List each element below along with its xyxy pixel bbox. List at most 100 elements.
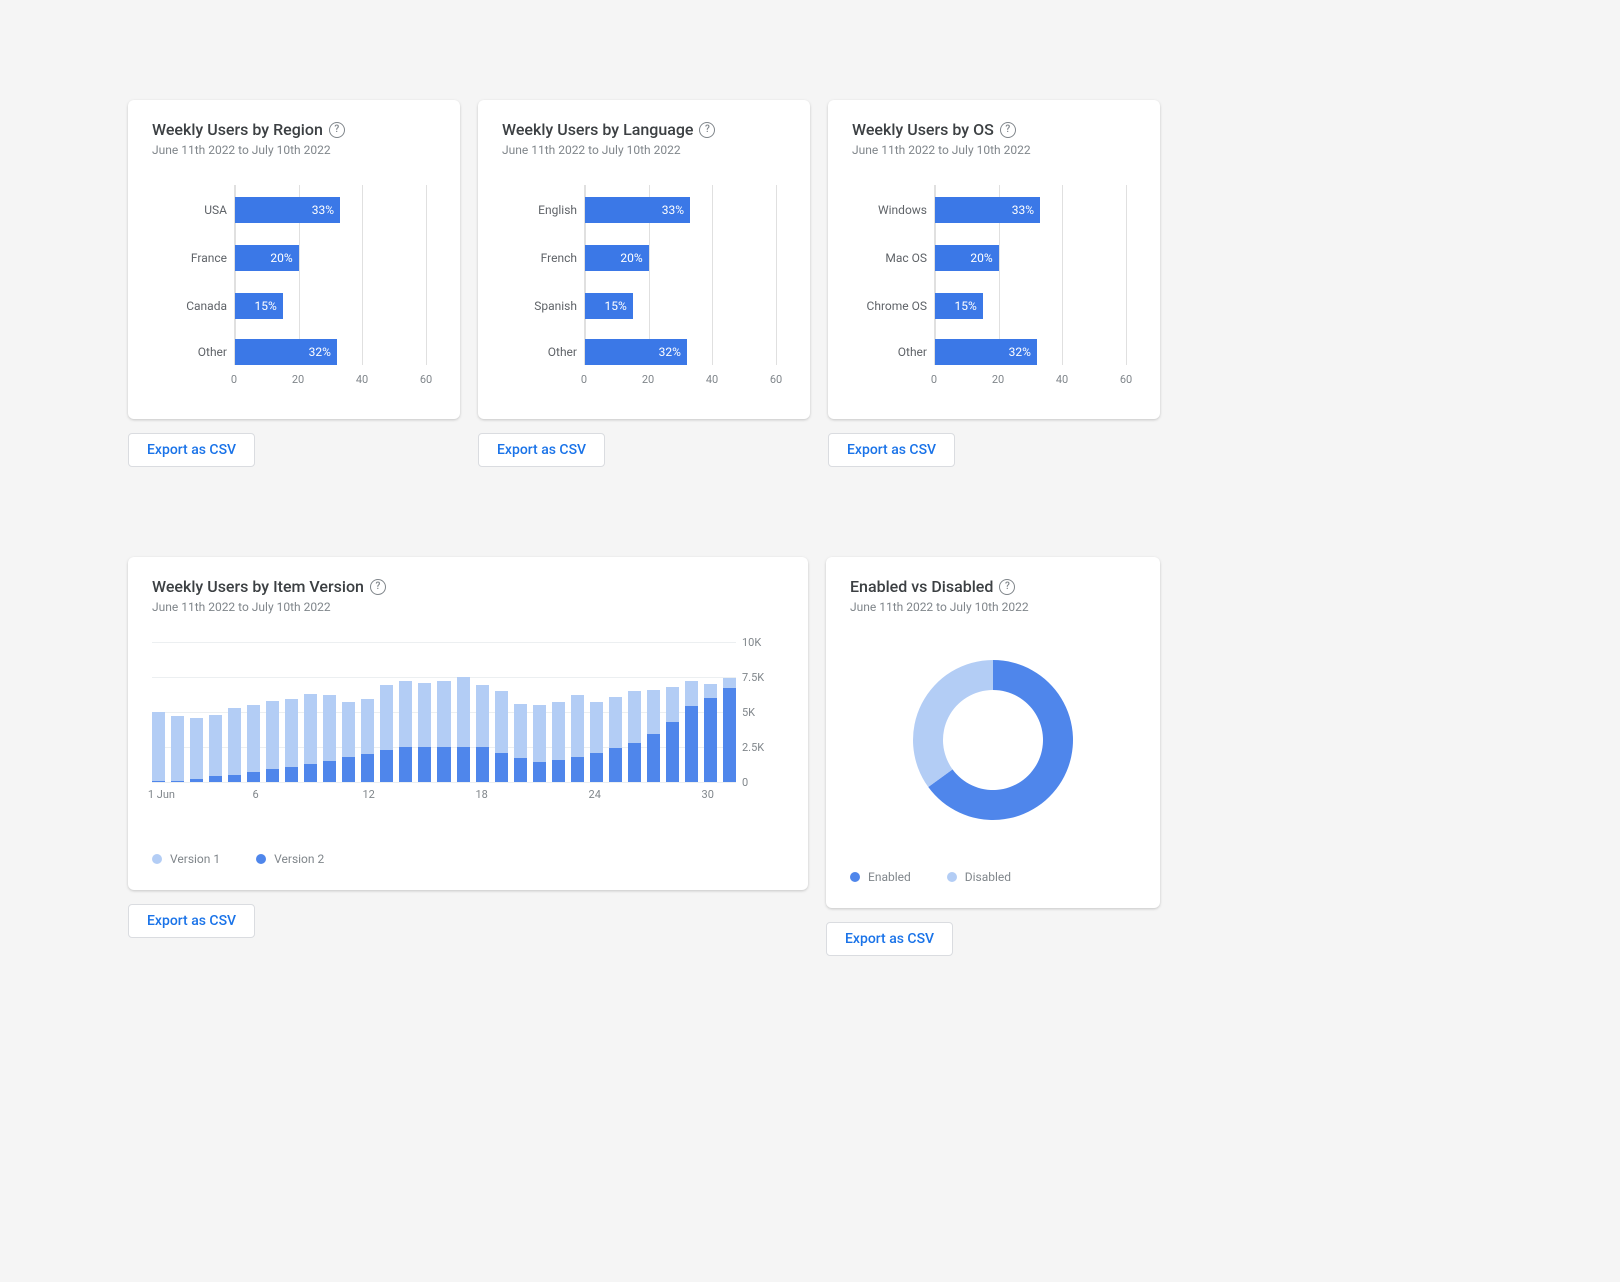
chart-bar — [342, 702, 355, 782]
chart-category-label: Spanish — [503, 299, 577, 313]
chart-region: USA33%France20%Canada15%Other32%0204060 — [152, 185, 436, 395]
axis-tick: 40 — [706, 373, 718, 386]
axis-tick: 12 — [362, 788, 374, 801]
chart-bar — [361, 699, 374, 782]
chart-bar — [323, 695, 336, 782]
axis-tick: 7.5K — [742, 671, 764, 684]
chart-bar — [152, 712, 165, 782]
export-csv-button[interactable]: Export as CSV — [128, 433, 255, 467]
chart-bar — [647, 690, 660, 782]
chart-value-label: 32% — [1009, 345, 1031, 359]
legend-item-v1: Version 1 — [152, 852, 220, 866]
axis-tick: 24 — [589, 788, 601, 801]
card-subtitle: June 11th 2022 to July 10th 2022 — [502, 143, 786, 157]
chart-value-label: 32% — [659, 345, 681, 359]
chart-bar — [380, 685, 393, 782]
chart-bar — [457, 677, 470, 782]
chart-bar — [704, 684, 717, 782]
chart-category-label: Windows — [853, 203, 927, 217]
chart-bar — [609, 697, 622, 782]
card-subtitle: June 11th 2022 to July 10th 2022 — [852, 143, 1136, 157]
help-icon[interactable] — [699, 122, 715, 138]
export-csv-button[interactable]: Export as CSV — [128, 904, 255, 938]
chart-bar — [685, 681, 698, 782]
card-subtitle: June 11th 2022 to July 10th 2022 — [152, 143, 436, 157]
legend-enabled: Enabled Disabled — [850, 870, 1136, 884]
chart-category-label: Other — [503, 345, 577, 359]
legend-item-enabled: Enabled — [850, 870, 911, 884]
chart-bar — [190, 718, 203, 782]
axis-tick: 0 — [931, 373, 937, 386]
chart-bar — [399, 681, 412, 782]
card-enabled: Enabled vs Disabled June 11th 2022 to Ju… — [826, 557, 1160, 908]
axis-tick: 5K — [742, 706, 755, 719]
swatch-icon — [152, 854, 162, 864]
chart-bar: 32% — [585, 339, 687, 365]
chart-bar — [171, 716, 184, 782]
chart-os: Windows 33% Mac OS 20% Chrome OS 15% Other 32% 0… — [852, 185, 1136, 395]
axis-tick: 0 — [742, 776, 748, 789]
card-subtitle: June 11th 2022 to July 10th 2022 — [152, 600, 784, 614]
chart-bar: 32% — [235, 339, 337, 365]
chart-value-label: 20% — [970, 251, 992, 265]
chart-bar — [418, 683, 431, 782]
row-large-cards: Weekly Users by Item Version June 11th 2… — [128, 557, 1492, 956]
chart-category-label: Other — [153, 345, 227, 359]
chart-value-label: 15% — [604, 299, 626, 313]
help-icon[interactable] — [1000, 122, 1016, 138]
chart-category-label: Canada — [153, 299, 227, 313]
chart-bar: 15% — [935, 293, 983, 319]
chart-bar — [228, 708, 241, 782]
axis-tick: 10K — [742, 636, 761, 649]
chart-category-label: Mac OS — [853, 251, 927, 265]
card-title-region: Weekly Users by Region — [152, 120, 436, 139]
axis-tick: 0 — [581, 373, 587, 386]
help-icon[interactable] — [370, 579, 386, 595]
axis-tick: 20 — [642, 373, 654, 386]
chart-bar: 33% — [585, 197, 690, 223]
chart-value-label: 33% — [312, 203, 334, 217]
card-title-os: Weekly Users by OS — [852, 120, 1136, 139]
chart-bar — [571, 695, 584, 782]
axis-tick: 18 — [475, 788, 487, 801]
chart-category-label: Other — [853, 345, 927, 359]
card-title-version: Weekly Users by Item Version — [152, 577, 784, 596]
chart-bar — [304, 694, 317, 782]
export-csv-button[interactable]: Export as CSV — [828, 433, 955, 467]
chart-bar — [514, 704, 527, 782]
chart-category-label: Chrome OS — [853, 299, 927, 313]
chart-bar: 15% — [235, 293, 283, 319]
chart-bar: 15% — [585, 293, 633, 319]
legend-item-disabled: Disabled — [947, 870, 1011, 884]
chart-bar — [247, 705, 260, 782]
help-icon[interactable] — [999, 579, 1015, 595]
chart-bar — [628, 691, 641, 782]
chart-bar — [590, 702, 603, 782]
chart-value-label: 15% — [954, 299, 976, 313]
chart-enabled — [850, 642, 1136, 850]
export-csv-button[interactable]: Export as CSV — [478, 433, 605, 467]
card-version: Weekly Users by Item Version June 11th 2… — [128, 557, 808, 890]
help-icon[interactable] — [329, 122, 345, 138]
swatch-icon — [256, 854, 266, 864]
swatch-icon — [850, 872, 860, 882]
row-small-cards: Weekly Users by Region June 11th 2022 to… — [128, 100, 1492, 467]
chart-bar — [437, 681, 450, 782]
card-language: Weekly Users by Language June 11th 2022 … — [478, 100, 810, 419]
chart-category-label: France — [153, 251, 227, 265]
axis-tick: 0 — [231, 373, 237, 386]
swatch-icon — [947, 872, 957, 882]
chart-bar — [266, 701, 279, 782]
chart-value-label: 20% — [620, 251, 642, 265]
chart-version: 02.5K5K7.5K10K1 Jun612182430 — [152, 642, 736, 802]
export-csv-button[interactable]: Export as CSV — [826, 922, 953, 956]
chart-language: English33%French20%Spanish15%Other32%020… — [502, 185, 786, 395]
axis-tick: 40 — [356, 373, 368, 386]
chart-value-label: 32% — [309, 345, 331, 359]
card-region: Weekly Users by Region June 11th 2022 to… — [128, 100, 460, 419]
card-subtitle: June 11th 2022 to July 10th 2022 — [850, 600, 1136, 614]
chart-bar: 33% — [935, 197, 1040, 223]
chart-value-label: 20% — [270, 251, 292, 265]
axis-tick: 60 — [420, 373, 432, 386]
chart-bar: 20% — [235, 245, 299, 271]
